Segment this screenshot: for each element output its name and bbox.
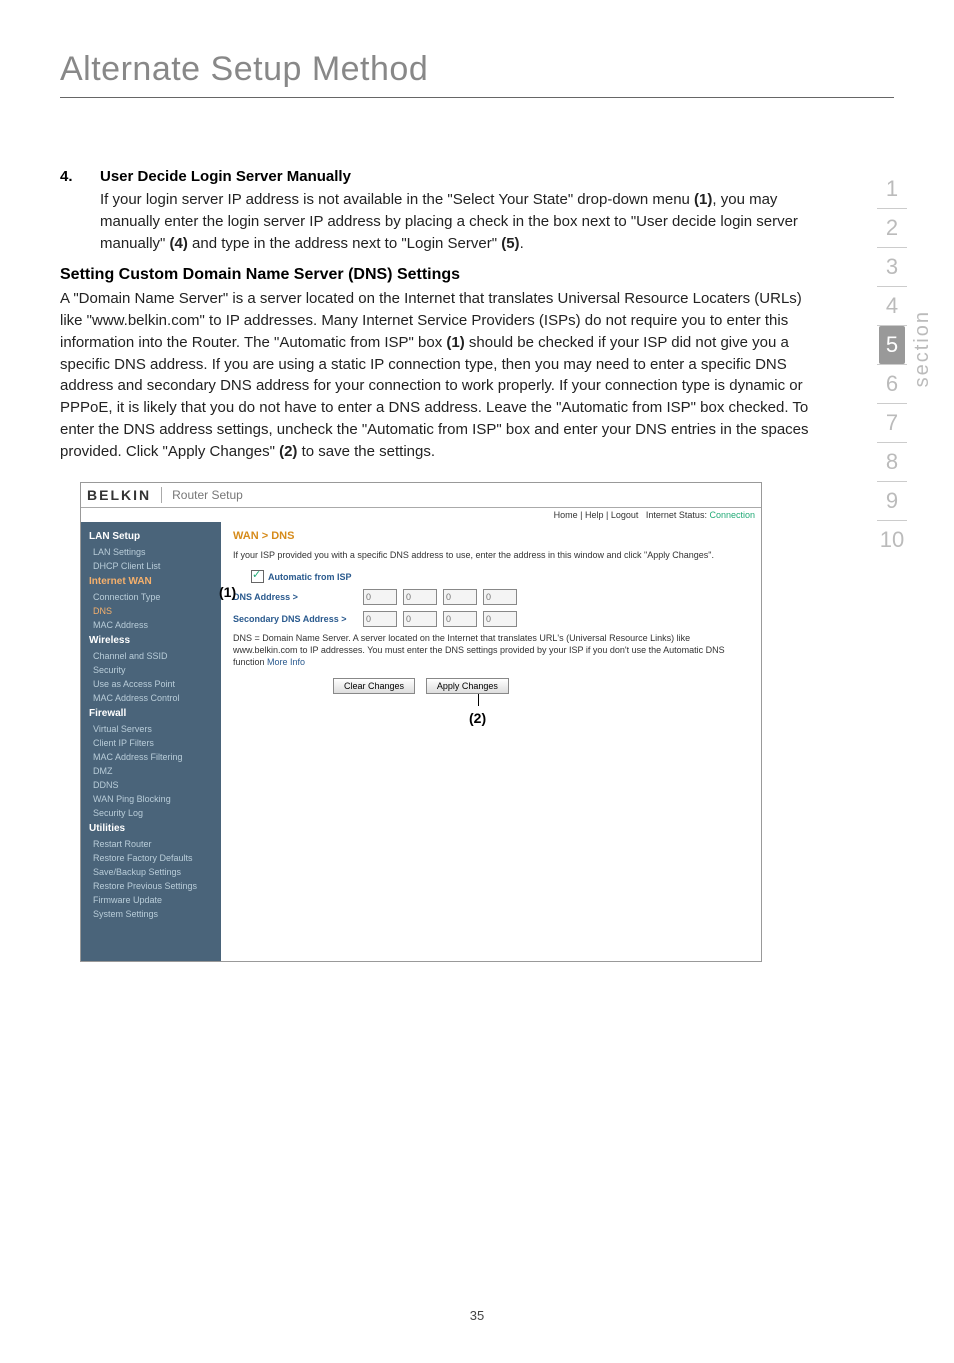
sidebar-item[interactable]: Firmware Update — [81, 893, 221, 907]
page-number: 35 — [0, 1308, 954, 1323]
secondary-dns-label: Secondary DNS Address > — [233, 614, 363, 624]
sidebar-item[interactable]: Restart Router — [81, 837, 221, 851]
sidebar-item[interactable]: DHCP Client List — [81, 559, 221, 573]
text-run: . — [520, 235, 524, 252]
item-text: If your login server IP address is not a… — [100, 189, 814, 254]
sidebar-group[interactable]: Firewall — [81, 705, 221, 722]
item-heading: User Decide Login Server Manually — [100, 168, 814, 185]
ref-2: (2) — [279, 443, 297, 460]
section-nav-4[interactable]: 4 — [870, 287, 914, 325]
callout-1: (1) — [219, 584, 236, 600]
sidebar-item[interactable]: Save/Backup Settings — [81, 865, 221, 879]
sidebar-item-active[interactable]: DNS — [81, 604, 221, 618]
sidebar-item[interactable]: Client IP Filters — [81, 736, 221, 750]
sidebar-item[interactable]: Restore Previous Settings — [81, 879, 221, 893]
sidebar-group[interactable]: Internet WAN — [81, 573, 221, 590]
dns-octet-1[interactable] — [363, 589, 397, 605]
sidebar-item[interactable]: MAC Address Filtering — [81, 750, 221, 764]
apply-changes-button[interactable]: Apply Changes — [426, 678, 509, 694]
section-nav-1[interactable]: 1 — [870, 170, 914, 208]
sidebar-item[interactable]: Restore Factory Defaults — [81, 851, 221, 865]
sidebar-item[interactable]: DMZ — [81, 764, 221, 778]
section-nav-8[interactable]: 8 — [870, 443, 914, 481]
dns2-octet-3[interactable] — [443, 611, 477, 627]
dns-octet-3[interactable] — [443, 589, 477, 605]
ref-1: (1) — [446, 334, 464, 351]
more-info-link[interactable]: More Info — [267, 657, 305, 667]
sidebar-group[interactable]: Utilities — [81, 820, 221, 837]
dns2-octet-2[interactable] — [403, 611, 437, 627]
page-title: Alternate Setup Method — [60, 50, 894, 89]
page-rule — [60, 97, 894, 98]
section-nav-5[interactable]: 5 — [879, 326, 905, 364]
breadcrumb: WAN > DNS — [233, 530, 749, 542]
intro-text: If your ISP provided you with a specific… — [233, 550, 749, 560]
sidebar-item[interactable]: LAN Settings — [81, 545, 221, 559]
clear-changes-button[interactable]: Clear Changes — [333, 678, 415, 694]
text-run: and type in the address next to "Login S… — [188, 235, 501, 252]
dns-address-label: DNS Address > — [233, 592, 363, 602]
sidebar-item[interactable]: Security Log — [81, 806, 221, 820]
section-nav-7[interactable]: 7 — [870, 404, 914, 442]
sidebar-item[interactable]: WAN Ping Blocking — [81, 792, 221, 806]
status-value: Connection — [709, 510, 755, 520]
router-main: (1) WAN > DNS If your ISP provided you w… — [221, 522, 761, 961]
sidebar-item[interactable]: System Settings — [81, 907, 221, 921]
section-nav: 1 2 3 4 5 6 7 8 9 10 — [870, 170, 914, 559]
sidebar-item[interactable]: Connection Type — [81, 590, 221, 604]
ref-4: (4) — [170, 235, 188, 252]
text-run: If your login server IP address is not a… — [100, 191, 694, 208]
dns2-octet-1[interactable] — [363, 611, 397, 627]
sidebar-item[interactable]: MAC Address Control — [81, 691, 221, 705]
sidebar-item[interactable]: Channel and SSID — [81, 649, 221, 663]
router-sidebar: LAN Setup LAN Settings DHCP Client List … — [81, 522, 221, 961]
dns2-octet-4[interactable] — [483, 611, 517, 627]
section-label: section — [911, 310, 934, 387]
text-run: should be checked if your ISP did not gi… — [60, 334, 809, 460]
dns-heading: Setting Custom Domain Name Server (DNS) … — [60, 266, 814, 284]
sidebar-item[interactable]: Virtual Servers — [81, 722, 221, 736]
automatic-from-isp-checkbox[interactable] — [251, 570, 264, 583]
item-number: 4. — [60, 168, 100, 254]
sidebar-group[interactable]: LAN Setup — [81, 528, 221, 545]
section-nav-2[interactable]: 2 — [870, 209, 914, 247]
ref-1: (1) — [694, 191, 712, 208]
router-logo: BELKIN — [87, 487, 162, 503]
status-label: Internet Status: — [646, 510, 710, 520]
sidebar-item[interactable]: Use as Access Point — [81, 677, 221, 691]
ref-5: (5) — [501, 235, 519, 252]
sidebar-item[interactable]: DDNS — [81, 778, 221, 792]
dns-note: DNS = Domain Name Server. A server locat… — [233, 633, 749, 668]
sidebar-item[interactable]: MAC Address — [81, 618, 221, 632]
note-text: DNS = Domain Name Server. A server locat… — [233, 633, 725, 666]
router-screenshot: BELKIN Router Setup Home | Help | Logout… — [80, 482, 762, 962]
callout-2: (2) — [469, 710, 486, 726]
section-nav-6[interactable]: 6 — [870, 365, 914, 403]
automatic-from-isp-label: Automatic from ISP — [268, 572, 352, 582]
sidebar-item[interactable]: Security — [81, 663, 221, 677]
router-title: Router Setup — [172, 488, 243, 502]
dns-octet-4[interactable] — [483, 589, 517, 605]
text-run: to save the settings. — [297, 443, 435, 460]
meta-links[interactable]: Home | Help | Logout — [554, 510, 639, 520]
router-meta: Home | Help | Logout Internet Status: Co… — [81, 508, 761, 522]
sidebar-group[interactable]: Wireless — [81, 632, 221, 649]
section-nav-3[interactable]: 3 — [870, 248, 914, 286]
section-nav-10[interactable]: 10 — [870, 521, 914, 559]
section-nav-9[interactable]: 9 — [870, 482, 914, 520]
dns-text: A "Domain Name Server" is a server locat… — [60, 288, 814, 462]
dns-octet-2[interactable] — [403, 589, 437, 605]
